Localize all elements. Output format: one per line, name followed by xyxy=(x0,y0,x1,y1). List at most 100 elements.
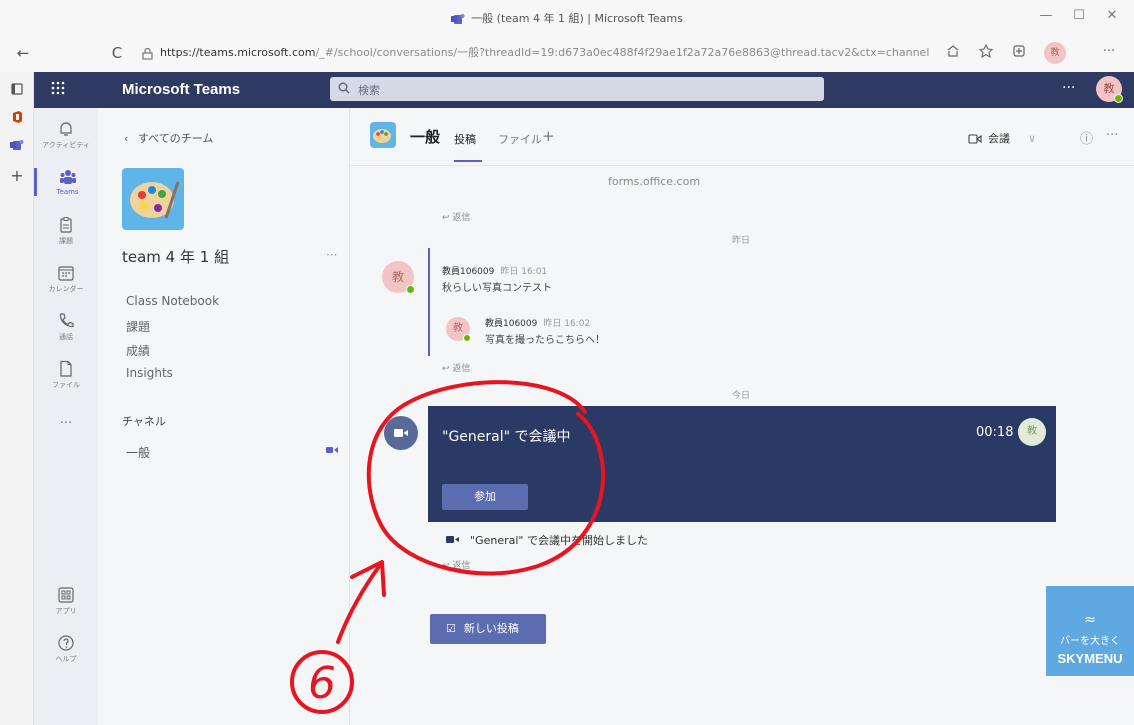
maximize-button[interactable]: ☐ xyxy=(1069,8,1089,23)
class-notebook-link[interactable]: Class Notebook xyxy=(126,294,219,308)
channel-more-button[interactable]: ··· xyxy=(1106,128,1118,143)
header-more-button[interactable]: ··· xyxy=(1062,80,1075,96)
user-avatar[interactable]: 教 xyxy=(1096,76,1123,103)
add-tab-button[interactable]: + xyxy=(542,127,555,145)
active-tab-indicator xyxy=(454,160,482,162)
add-tab-icon[interactable]: + xyxy=(7,166,27,186)
apps-icon xyxy=(34,586,98,604)
rail-item-teams[interactable]: Teams xyxy=(34,168,98,196)
address-bar[interactable]: https://teams.microsoft.com/_#/school/co… xyxy=(160,44,930,64)
info-icon[interactable]: ⓘ xyxy=(1080,128,1093,147)
conversation-pane: forms.office.com ↩ 返信 昨日 教 教員106009 昨日 16… xyxy=(350,166,1134,725)
team-panel: ‹ すべてのチーム team 4 年 1 組 ··· Class Noteboo… xyxy=(98,108,350,725)
assignments-link[interactable]: 課題 xyxy=(126,318,150,335)
new-post-button[interactable]: ☑ 新しい投稿 xyxy=(430,614,546,644)
rail-label-calls: 通話 xyxy=(59,333,73,341)
collections-icon[interactable] xyxy=(1009,44,1031,62)
rail-more-button[interactable]: ··· xyxy=(34,416,98,431)
reply-author: 教員106009 xyxy=(485,319,538,329)
meet-button[interactable]: 会議 ∨ xyxy=(968,130,1036,146)
search-placeholder: 検索 xyxy=(358,84,380,97)
reply-label: 返信 xyxy=(452,213,471,223)
meeting-started-icon xyxy=(446,535,460,544)
tab-posts[interactable]: 投稿 xyxy=(454,131,476,147)
join-button[interactable]: 参加 xyxy=(442,484,528,510)
all-teams-label: すべてのチーム xyxy=(137,132,214,145)
team-name: team 4 年 1 組 xyxy=(122,248,230,266)
rail-item-help[interactable]: ヘルプ xyxy=(34,634,98,664)
rail-item-files[interactable]: ファイル xyxy=(34,360,98,390)
chevron-down-icon[interactable]: ∨ xyxy=(1028,132,1036,145)
window-title: 一般 (team 4 年 1 組) | Microsoft Teams xyxy=(0,10,1134,26)
meeting-video-icon xyxy=(384,416,418,450)
minimize-button[interactable]: — xyxy=(1036,8,1056,23)
browser-menu-button[interactable]: ··· xyxy=(1098,44,1120,59)
rail-label-activity: アクティビティ xyxy=(42,141,90,149)
reply-link[interactable]: ↩ 返信 xyxy=(442,558,470,571)
teams-icon xyxy=(37,168,98,186)
url-host: https://teams.microsoft.com xyxy=(160,46,316,59)
rail-label-calendar: カレンダー xyxy=(48,285,84,293)
reply-label: 返信 xyxy=(452,561,471,571)
back-button[interactable]: ← xyxy=(12,44,34,62)
close-window-button[interactable]: ✕ xyxy=(1102,8,1122,23)
profile-avatar[interactable]: 教 xyxy=(1044,42,1066,64)
expand-bar-icon: ≈ xyxy=(1084,612,1096,628)
reply-link[interactable]: ↩ 返信 xyxy=(442,361,470,374)
author-avatar[interactable]: 教 xyxy=(382,261,415,294)
date-divider-today: 今日 xyxy=(732,391,751,401)
favorites-icon[interactable] xyxy=(976,43,998,62)
read-aloud-icon[interactable] xyxy=(942,44,964,62)
participant-avatar[interactable]: 教 xyxy=(1018,418,1046,446)
teams-logo-icon xyxy=(451,13,465,25)
lock-icon xyxy=(142,47,153,60)
rail-item-calendar[interactable]: カレンダー xyxy=(34,264,98,294)
teams-header: Microsoft Teams 検索 ··· 教 xyxy=(34,72,1134,108)
rail-label-assignments: 課題 xyxy=(59,237,73,245)
reload-button[interactable]: C xyxy=(106,44,128,62)
file-icon xyxy=(34,360,98,378)
rail-label-teams: Teams xyxy=(56,188,79,196)
calendar-icon xyxy=(34,264,98,282)
bell-icon xyxy=(34,120,98,138)
rail-item-activity[interactable]: アクティビティ xyxy=(34,120,98,150)
grades-link[interactable]: 成績 xyxy=(126,342,150,359)
teams-tab-icon[interactable] xyxy=(7,138,27,158)
chevron-left-icon: ‹ xyxy=(124,132,132,145)
rail-label-help: ヘルプ xyxy=(55,655,77,663)
meeting-card: "General" で会議中 00:18 教 参加 xyxy=(428,406,1056,522)
presence-available-icon xyxy=(406,285,415,294)
reply-author-avatar[interactable]: 教 xyxy=(446,317,471,342)
thread-indicator xyxy=(428,248,430,356)
reply-link[interactable]: ↩ 返信 xyxy=(442,210,470,223)
skymenu-label: バーを大きく xyxy=(1060,636,1120,647)
skymenu-widget[interactable]: ≈ バーを大きく SKYMENU xyxy=(1046,586,1134,676)
reply-avatar-text: 教 xyxy=(453,323,463,334)
app-launcher-icon[interactable] xyxy=(50,80,66,96)
rail-item-calls[interactable]: 通話 xyxy=(34,312,98,342)
new-post-label: 新しい投稿 xyxy=(463,622,519,635)
browser-toolbar: ← C https://teams.microsoft.com/_#/schoo… xyxy=(0,36,1134,72)
message-author: 教員106009 xyxy=(442,267,495,277)
link-preview-text[interactable]: forms.office.com xyxy=(608,175,700,188)
team-more-button[interactable]: ··· xyxy=(326,248,337,262)
rail-item-assignments[interactable]: 課題 xyxy=(34,216,98,246)
message-time: 昨日 16:01 xyxy=(500,267,548,277)
reply-body: 写真を撮ったらこちらへ！ xyxy=(485,335,605,346)
rail-item-apps[interactable]: アプリ xyxy=(34,586,98,616)
user-avatar-text: 教 xyxy=(1103,82,1115,95)
message-body: 秋らしい写真コンテスト xyxy=(442,283,552,294)
meeting-started-message: "General" で会議中を開始しました xyxy=(470,534,648,547)
search-input[interactable]: 検索 xyxy=(330,77,824,101)
tab-files[interactable]: ファイル xyxy=(498,131,542,147)
tab-actions-icon[interactable] xyxy=(7,82,27,102)
all-teams-link[interactable]: ‹ すべてのチーム xyxy=(124,130,213,146)
channel-item-general[interactable]: 一般 xyxy=(126,444,150,461)
url-path: /_#/school/conversations/一般?threadId=19:… xyxy=(315,46,930,59)
search-icon xyxy=(338,82,350,94)
insights-link[interactable]: Insights xyxy=(126,366,173,380)
office-icon[interactable] xyxy=(7,110,27,130)
channels-header: チャネル xyxy=(122,415,166,428)
meeting-duration: 00:18 xyxy=(976,425,1014,440)
window-title-bar: 一般 (team 4 年 1 組) | Microsoft Teams — ☐ … xyxy=(0,0,1134,36)
